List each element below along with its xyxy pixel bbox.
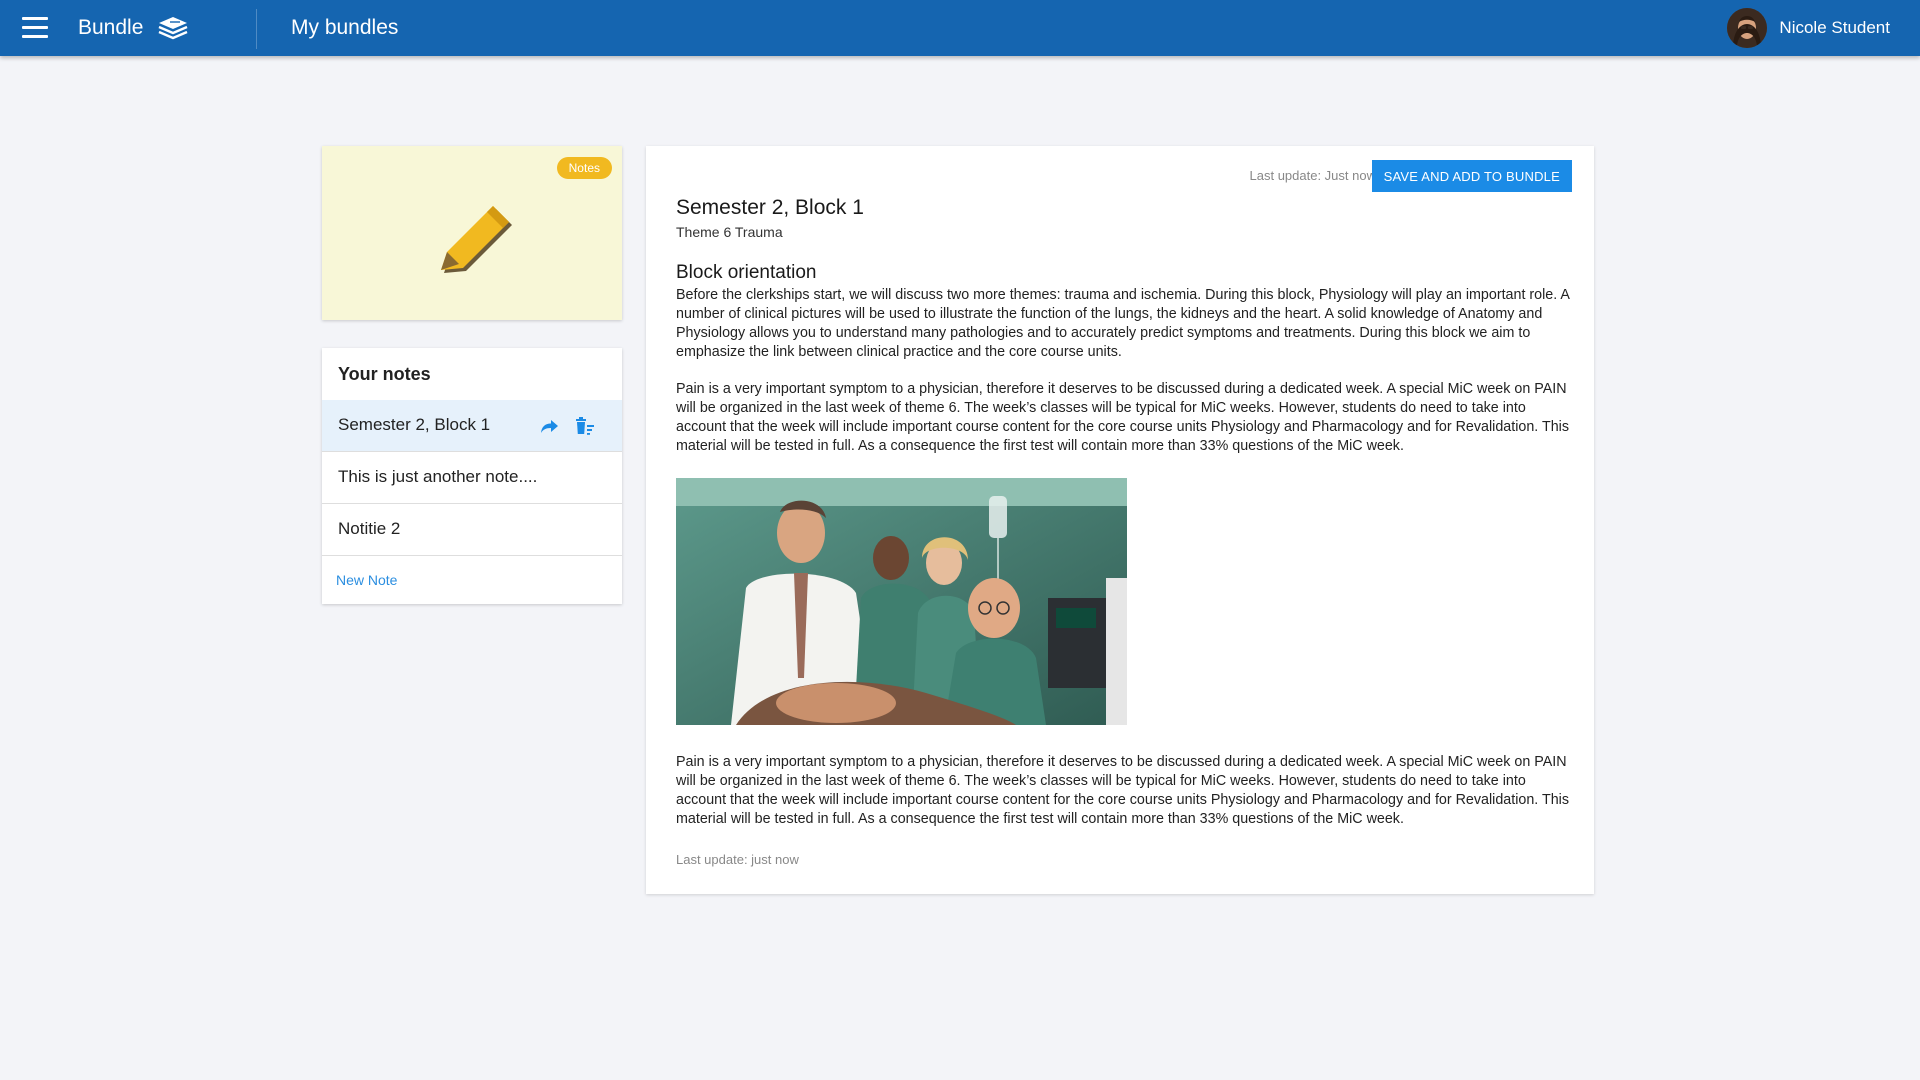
note-item-notitie-2[interactable]: Notitie 2 — [322, 504, 622, 556]
note-item-semester-2-block-1[interactable]: Semester 2, Block 1 — [322, 400, 622, 452]
share-icon[interactable] — [538, 414, 562, 438]
section-title: Block orientation — [676, 262, 817, 283]
clinical-photo — [676, 478, 1127, 725]
last-update-top: Last update: Just now — [1249, 168, 1376, 183]
note-content-card: Last update: Just now SAVE AND ADD TO BU… — [646, 146, 1594, 894]
avatar[interactable] — [1727, 8, 1768, 48]
top-app-bar: Bundle My bundles Nicole Student — [0, 0, 1920, 56]
notes-list: Semester 2, Block 1 This is just another… — [322, 400, 622, 556]
paragraph-1: Before the clerkships start, we will dis… — [676, 287, 1570, 360]
note-title: Semester 2, Block 1 — [676, 196, 864, 219]
note-subtitle: Theme 6 Trauma — [676, 224, 783, 240]
topbar-divider — [256, 9, 257, 49]
page-title: My bundles — [291, 16, 399, 39]
avatar-image — [1727, 8, 1768, 48]
last-update-bottom: Last update: just now — [676, 852, 799, 867]
clinical-photo-illustration — [676, 478, 1127, 725]
save-and-add-to-bundle-button[interactable]: SAVE AND ADD TO BUNDLE — [1371, 160, 1572, 192]
brand-name[interactable]: Bundle — [78, 16, 143, 40]
notes-badge: Notes — [556, 157, 612, 179]
note-item-another-note[interactable]: This is just another note.... — [322, 452, 622, 504]
paragraph-2: Pain is a very important symptom to a ph… — [676, 381, 1569, 454]
new-note-link[interactable]: New Note — [336, 572, 397, 588]
menu-icon[interactable] — [22, 17, 48, 39]
note-item-label: Notitie 2 — [338, 519, 401, 538]
notes-heading: Your notes — [338, 364, 431, 384]
user-menu[interactable]: Nicole Student — [1727, 7, 1890, 49]
notes-panel: Your notes Semester 2, Block 1 This is j… — [322, 348, 622, 604]
note-item-label: This is just another note.... — [338, 467, 538, 486]
stacked-books-icon — [158, 17, 188, 40]
pencil-icon — [441, 206, 512, 273]
notes-hero-card: Notes — [322, 146, 622, 320]
paragraph-3: Pain is a very important symptom to a ph… — [676, 754, 1569, 827]
note-item-label: Semester 2, Block 1 — [338, 415, 491, 434]
delete-icon[interactable] — [573, 414, 597, 438]
user-name[interactable]: Nicole Student — [1779, 18, 1890, 38]
